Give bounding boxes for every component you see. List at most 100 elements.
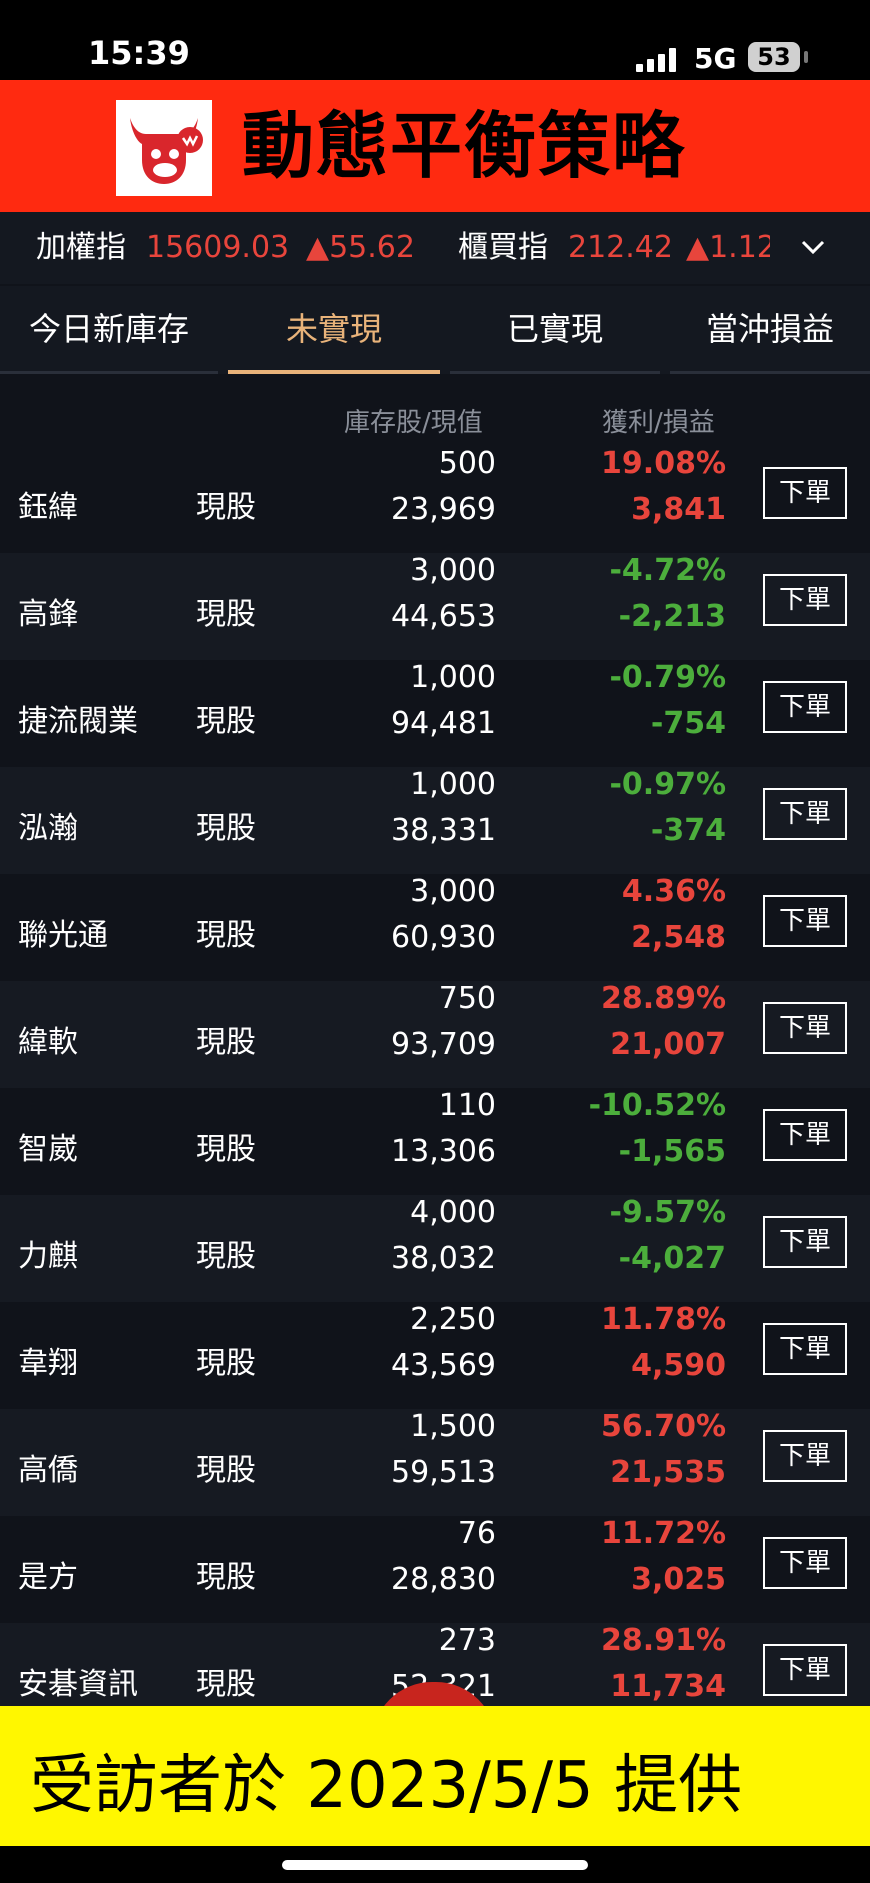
profit-loss: 4,590 (631, 1348, 726, 1383)
list-item[interactable]: 緯軟 現股 750 93,709 28.89% 21,007 下單 (0, 981, 870, 1088)
list-item[interactable]: 鈺緯 現股 500 23,969 19.08% 3,841 下單 (0, 446, 870, 553)
market-value: 43,569 (391, 1348, 496, 1383)
column-profit-label: 獲利/損益 (602, 408, 715, 438)
stock-name: 高鋒 (18, 597, 78, 632)
profit-percent: 28.89% (601, 981, 726, 1016)
profit-percent: 4.36% (621, 874, 726, 909)
profit-percent: 56.70% (601, 1409, 726, 1444)
position-type: 現股 (196, 1346, 256, 1381)
shares-held: 1,500 (410, 1409, 496, 1444)
shares-held: 3,000 (410, 874, 496, 909)
list-item[interactable]: 是方 現股 76 28,830 11.72% 3,025 下單 (0, 1516, 870, 1623)
column-header: 庫存股/現值 獲利/損益 (0, 374, 870, 446)
profit-loss: 3,841 (631, 492, 726, 527)
list-item[interactable]: 高鋒 現股 3,000 44,653 -4.72% -2,213 下單 (0, 553, 870, 660)
network-label: 5G (694, 42, 737, 75)
shares-held: 750 (438, 981, 496, 1016)
bull-logo-icon (116, 100, 212, 196)
tab-label: 已實現 (506, 310, 603, 348)
position-type: 現股 (196, 704, 256, 739)
order-button[interactable]: 下單 (763, 1002, 847, 1054)
stock-name: 韋翔 (18, 1346, 78, 1381)
order-button[interactable]: 下單 (763, 1644, 847, 1696)
list-item[interactable]: 聯光通 現股 3,000 60,930 4.36% 2,548 下單 (0, 874, 870, 981)
market-value: 23,969 (391, 492, 496, 527)
tab-label: 未實現 (285, 310, 382, 348)
caption-strip: 受訪者於 2023/5/5 提供 (0, 1706, 870, 1846)
signal-icon (636, 48, 678, 72)
market-value: 38,032 (391, 1241, 496, 1276)
profit-loss: 3,025 (631, 1562, 726, 1597)
profit-loss: -754 (650, 706, 726, 741)
tab-label: 今日新庫存 (28, 310, 189, 348)
market-value: 93,709 (391, 1027, 496, 1062)
profit-percent: 11.72% (601, 1516, 726, 1551)
profit-loss: -2,213 (618, 599, 726, 634)
order-button[interactable]: 下單 (763, 1323, 847, 1375)
index-change-otc: ▲1.12 (686, 230, 770, 265)
order-button[interactable]: 下單 (763, 574, 847, 626)
list-item[interactable]: 泓瀚 現股 1,000 38,331 -0.97% -374 下單 (0, 767, 870, 874)
market-value: 13,306 (391, 1134, 496, 1169)
column-holdings-label: 庫存股/現值 (344, 408, 483, 438)
profit-loss: 11,734 (610, 1669, 726, 1704)
stock-name: 鈺緯 (18, 490, 78, 525)
position-type: 現股 (196, 597, 256, 632)
index-value-otc: 212.42 (568, 230, 673, 265)
order-button[interactable]: 下單 (763, 1537, 847, 1589)
profit-percent: -10.52% (588, 1088, 726, 1123)
profit-percent: 28.91% (601, 1623, 726, 1658)
list-item[interactable]: 高僑 現股 1,500 59,513 56.70% 21,535 下單 (0, 1409, 870, 1516)
position-type: 現股 (196, 1025, 256, 1060)
position-type: 現股 (196, 1560, 256, 1595)
shares-held: 4,000 (410, 1195, 496, 1230)
order-button[interactable]: 下單 (763, 788, 847, 840)
tab-realized[interactable]: 已實現 (450, 286, 660, 374)
status-time: 15:39 (88, 34, 190, 72)
position-type: 現股 (196, 1453, 256, 1488)
profit-loss: 2,548 (631, 920, 726, 955)
banner-title: 動態平衡策略 (242, 104, 687, 188)
shares-held: 1,000 (410, 767, 496, 802)
tab-bar: 今日新庫存 未實現 已實現 當沖損益 (0, 286, 870, 374)
chevron-down-icon[interactable] (800, 238, 826, 256)
profit-loss: 21,007 (610, 1027, 726, 1062)
profit-percent: -4.72% (609, 553, 726, 588)
market-value: 60,930 (391, 920, 496, 955)
tab-label: 當沖損益 (705, 310, 834, 348)
position-type: 現股 (196, 918, 256, 953)
profit-loss: -374 (650, 813, 726, 848)
caption-text: 受訪者於 2023/5/5 提供 (30, 1749, 743, 1823)
profit-loss: -4,027 (618, 1241, 726, 1276)
index-change-taiex: ▲55.62 (306, 230, 415, 265)
shares-held: 2,250 (410, 1302, 496, 1337)
order-button[interactable]: 下單 (763, 681, 847, 733)
stock-name: 安碁資訊 (18, 1667, 138, 1702)
order-button[interactable]: 下單 (763, 1216, 847, 1268)
stock-name: 力麒 (18, 1239, 78, 1274)
position-type: 現股 (196, 1132, 256, 1167)
order-button[interactable]: 下單 (763, 1109, 847, 1161)
order-button[interactable]: 下單 (763, 1430, 847, 1482)
stock-name: 聯光通 (18, 918, 108, 953)
shares-held: 110 (438, 1088, 496, 1123)
order-button[interactable]: 下單 (763, 467, 847, 519)
tab-unrealized[interactable]: 未實現 (228, 286, 440, 374)
list-item[interactable]: 捷流閥業 現股 1,000 94,481 -0.79% -754 下單 (0, 660, 870, 767)
stock-name: 泓瀚 (18, 811, 78, 846)
shares-held: 273 (438, 1623, 496, 1658)
home-indicator[interactable] (282, 1860, 588, 1870)
list-item[interactable]: 智崴 現股 110 13,306 -10.52% -1,565 下單 (0, 1088, 870, 1195)
battery-icon: 53 (748, 42, 808, 72)
list-item[interactable]: 力麒 現股 4,000 38,032 -9.57% -4,027 下單 (0, 1195, 870, 1302)
stock-name: 緯軟 (18, 1025, 78, 1060)
tab-today-new-holdings[interactable]: 今日新庫存 (0, 286, 218, 374)
position-type: 現股 (196, 490, 256, 525)
profit-percent: 19.08% (601, 446, 726, 481)
position-type: 現股 (196, 811, 256, 846)
order-button[interactable]: 下單 (763, 895, 847, 947)
index-label-otc: 櫃買指 (458, 230, 548, 265)
profit-percent: -9.57% (609, 1195, 726, 1230)
tab-day-trade-pl[interactable]: 當沖損益 (670, 286, 870, 374)
list-item[interactable]: 韋翔 現股 2,250 43,569 11.78% 4,590 下單 (0, 1302, 870, 1409)
